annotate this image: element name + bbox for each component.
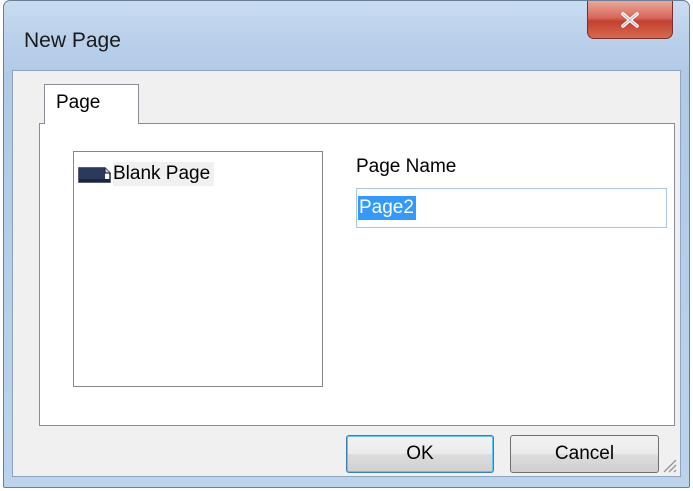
title-bar[interactable]: New Page: [4, 1, 689, 71]
tab-page[interactable]: Page: [44, 84, 139, 124]
page-name-label: Page Name: [356, 156, 457, 177]
tab-panel: Blank Page Page Name Page2: [39, 123, 675, 426]
page-name-selected-text: Page2: [358, 196, 416, 220]
list-item-blank-page[interactable]: Blank Page: [77, 160, 215, 188]
dialog-window: New Page Page Blank Page Page Name Page2…: [3, 0, 690, 488]
resize-grip-icon[interactable]: [660, 456, 678, 474]
list-item-label: Blank Page: [113, 162, 215, 186]
cancel-button[interactable]: Cancel: [510, 435, 659, 473]
window-title: New Page: [24, 29, 121, 52]
dialog-client-area: Page Blank Page Page Name Page2 Page2 OK…: [12, 70, 681, 477]
tab-page-label: Page: [56, 92, 101, 113]
close-icon: [619, 11, 641, 29]
ok-button[interactable]: OK: [346, 435, 494, 473]
template-listbox[interactable]: Blank Page: [73, 151, 323, 387]
page-icon: [77, 164, 113, 184]
close-button[interactable]: [587, 1, 673, 39]
